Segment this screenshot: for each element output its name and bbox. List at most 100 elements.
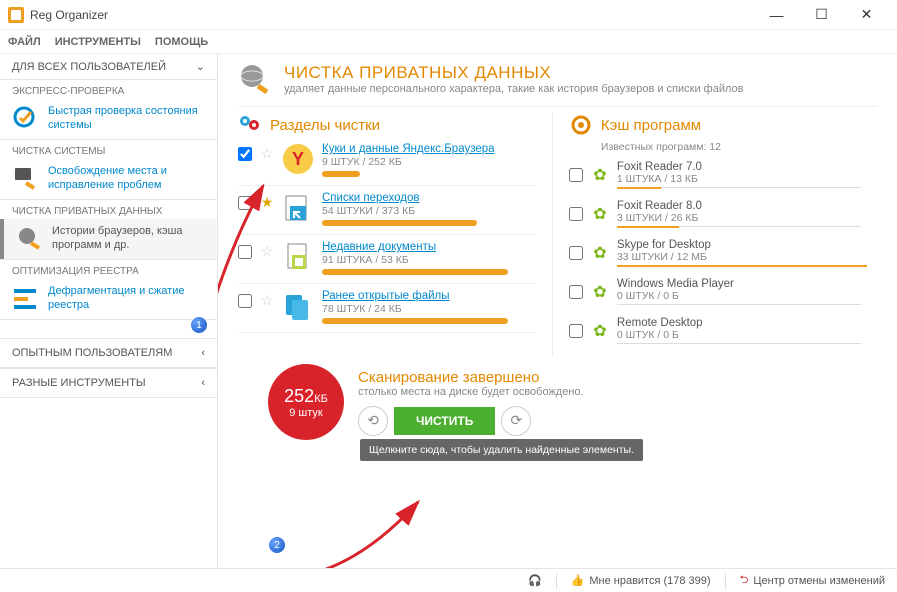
sidebar-scope-selector[interactable]: ДЛЯ ВСЕХ ПОЛЬЗОВАТЕЛЕЙ ⌄ bbox=[0, 54, 217, 80]
sidebar-item-label: Освобождение места и исправление проблем bbox=[48, 165, 205, 193]
cache-item-name: Remote Desktop bbox=[617, 317, 861, 329]
menu-tools[interactable]: ИНСТРУМЕНТЫ bbox=[55, 36, 141, 48]
status-bar: 🎧 👍 Мне нравится (178 399) ⮌ Центр отмен… bbox=[0, 568, 897, 592]
cache-item[interactable]: ✿ Foxit Reader 8.0 3 ШТУКИ / 26 КБ bbox=[569, 200, 861, 227]
svg-text:Y: Y bbox=[292, 149, 304, 169]
star-icon[interactable]: ☆ bbox=[260, 292, 274, 309]
cache-item-checkbox[interactable] bbox=[569, 168, 583, 182]
scan-size-badge: 252КБ 9 штук bbox=[268, 364, 344, 440]
sidebar-item-express-check[interactable]: Быстрая проверка состояния системы bbox=[0, 99, 217, 139]
cache-item-checkbox[interactable] bbox=[569, 324, 583, 338]
chevron-down-icon: ⌄ bbox=[196, 60, 205, 73]
sidebar-item-registry-opt[interactable]: Дефрагментация и сжатие реестра bbox=[0, 279, 217, 319]
clean-button-tooltip: Щелкните сюда, чтобы удалить найденные э… bbox=[360, 439, 643, 461]
recent-docs-icon bbox=[282, 241, 314, 273]
page-header: ЧИСТКА ПРИВАТНЫХ ДАННЫХ удаляет данные п… bbox=[238, 62, 877, 107]
star-icon[interactable]: ☆ bbox=[260, 243, 274, 260]
sidebar-misc-tools[interactable]: РАЗНЫЕ ИНСТРУМЕНТЫ ‹ bbox=[0, 368, 217, 398]
gear-small-icon: ✿ bbox=[591, 243, 609, 263]
like-label: Мне нравится (178 399) bbox=[589, 575, 710, 587]
clean-item-checkbox[interactable] bbox=[238, 294, 252, 308]
page-title: ЧИСТКА ПРИВАТНЫХ ДАННЫХ bbox=[284, 63, 744, 83]
back-button[interactable]: ⟲ bbox=[358, 406, 388, 436]
sidebar-advanced-users[interactable]: ОПЫТНЫМ ПОЛЬЗОВАТЕЛЯМ ‹ bbox=[0, 338, 217, 368]
sidebar-scope-label: ДЛЯ ВСЕХ ПОЛЬЗОВАТЕЛЕЙ bbox=[12, 61, 166, 73]
gear-icon bbox=[569, 113, 593, 137]
broom-icon bbox=[12, 165, 40, 193]
cache-item-name: Skype for Desktop bbox=[617, 239, 861, 251]
scan-result-panel: 252КБ 9 штук Сканирование завершено стол… bbox=[238, 364, 877, 440]
jumplist-icon bbox=[282, 192, 314, 224]
clean-item-meta: 78 ШТУК / 24 КБ bbox=[322, 303, 536, 315]
undo-label: Центр отмены изменений bbox=[753, 575, 885, 587]
cache-item-checkbox[interactable] bbox=[569, 285, 583, 299]
menu-bar: ФАЙЛ ИНСТРУМЕНТЫ ПОМОЩЬ bbox=[0, 30, 897, 54]
sidebar-section-title: ЭКСПРЕСС-ПРОВЕРКА bbox=[0, 80, 217, 99]
cache-item[interactable]: ✿ Remote Desktop 0 ШТУК / 0 Б bbox=[569, 317, 861, 344]
sidebar-item-system-clean[interactable]: Освобождение места и исправление проблем bbox=[0, 159, 217, 199]
clean-item-checkbox[interactable] bbox=[238, 245, 252, 259]
clean-item-checkbox[interactable] bbox=[238, 147, 252, 161]
clean-item-meta: 91 ШТУКА / 53 КБ bbox=[322, 254, 536, 266]
cache-item-meta: 0 ШТУК / 0 Б bbox=[617, 329, 861, 344]
scan-status-title: Сканирование завершено bbox=[358, 369, 877, 386]
close-button[interactable]: ✕ bbox=[844, 0, 889, 30]
clean-item-name[interactable]: Недавние документы bbox=[322, 241, 536, 253]
menu-file[interactable]: ФАЙЛ bbox=[8, 36, 41, 48]
progress-bar bbox=[617, 187, 661, 189]
cache-item[interactable]: ✿ Windows Media Player 0 ШТУК / 0 Б bbox=[569, 278, 861, 305]
clean-item[interactable]: ☆ Недавние документы 91 ШТУКА / 53 КБ bbox=[238, 241, 536, 275]
window-title: Reg Organizer bbox=[30, 8, 754, 22]
clean-sections-column: Разделы чистки ☆ Y Куки и данные Яндекс.… bbox=[238, 113, 553, 356]
defrag-icon bbox=[12, 285, 40, 313]
undo-icon: ⮌ bbox=[740, 571, 749, 590]
clean-item[interactable]: ☆ Y Куки и данные Яндекс.Браузера 9 ШТУК… bbox=[238, 143, 536, 177]
progress-bar bbox=[322, 220, 477, 226]
column-subtitle: Известных программ: 12 bbox=[601, 141, 861, 153]
star-icon[interactable]: ☆ bbox=[260, 145, 274, 162]
program-cache-column: Кэш программ Известных программ: 12 ✿ Fo… bbox=[553, 113, 877, 356]
yandex-icon: Y bbox=[282, 143, 314, 175]
column-title: Кэш программ bbox=[601, 117, 701, 134]
sidebar-item-label: Быстрая проверка состояния системы bbox=[48, 105, 205, 133]
check-icon bbox=[12, 105, 40, 133]
clean-item-name[interactable]: Списки переходов bbox=[322, 192, 536, 204]
clean-item-checkbox[interactable] bbox=[238, 196, 252, 210]
scan-size-unit: КБ bbox=[314, 393, 328, 405]
maximize-button[interactable]: ☐ bbox=[799, 0, 844, 30]
scan-size: 252 bbox=[284, 386, 314, 406]
clean-item-name[interactable]: Ранее открытые файлы bbox=[322, 290, 536, 302]
cache-item-name: Windows Media Player bbox=[617, 278, 861, 290]
clean-item[interactable]: ★ Списки переходов 54 ШТУКИ / 373 КБ bbox=[238, 192, 536, 226]
cache-item[interactable]: ✿ Foxit Reader 7.0 1 ШТУКА / 13 КБ bbox=[569, 161, 861, 188]
cache-item-name: Foxit Reader 7.0 bbox=[617, 161, 861, 173]
sidebar-footer-label: ОПЫТНЫМ ПОЛЬЗОВАТЕЛЯМ bbox=[12, 347, 172, 359]
cache-item-checkbox[interactable] bbox=[569, 207, 583, 221]
star-icon[interactable]: ★ bbox=[260, 194, 274, 211]
cache-item-checkbox[interactable] bbox=[569, 246, 583, 260]
like-button[interactable]: 👍 Мне нравится (178 399) bbox=[571, 574, 711, 587]
rescan-button[interactable]: ⟳ bbox=[501, 406, 531, 436]
cache-item-name: Foxit Reader 8.0 bbox=[617, 200, 861, 212]
cache-item-meta: 1 ШТУКА / 13 КБ bbox=[617, 173, 861, 188]
undo-center-button[interactable]: ⮌ Центр отмены изменений bbox=[740, 571, 885, 590]
progress-bar bbox=[322, 318, 508, 324]
clean-item-name[interactable]: Куки и данные Яндекс.Браузера bbox=[322, 143, 536, 155]
progress-bar bbox=[617, 265, 867, 267]
globe-broom-icon bbox=[238, 62, 272, 96]
menu-help[interactable]: ПОМОЩЬ bbox=[155, 36, 208, 48]
title-bar: Reg Organizer — ☐ ✕ bbox=[0, 0, 897, 30]
cache-item[interactable]: ✿ Skype for Desktop 33 ШТУКИ / 12 МБ bbox=[569, 239, 861, 266]
sidebar-item-private-clean[interactable]: Истории браузеров, кэша программ и др. bbox=[0, 219, 217, 259]
scan-count: 9 штук bbox=[289, 407, 322, 419]
headset-icon: 🎧 bbox=[528, 574, 542, 587]
column-title: Разделы чистки bbox=[270, 117, 380, 134]
sidebar-section-title: ЧИСТКА ПРИВАТНЫХ ДАННЫХ bbox=[0, 200, 217, 219]
minimize-button[interactable]: — bbox=[754, 0, 799, 30]
support-button[interactable]: 🎧 bbox=[528, 574, 542, 587]
sidebar-section-title: ОПТИМИЗАЦИЯ РЕЕСТРА bbox=[0, 260, 217, 279]
clean-item[interactable]: ☆ Ранее открытые файлы 78 ШТУК / 24 КБ bbox=[238, 290, 536, 324]
clean-button[interactable]: ЧИСТИТЬ bbox=[394, 407, 495, 435]
progress-bar bbox=[617, 226, 679, 228]
progress-bar bbox=[322, 269, 508, 275]
